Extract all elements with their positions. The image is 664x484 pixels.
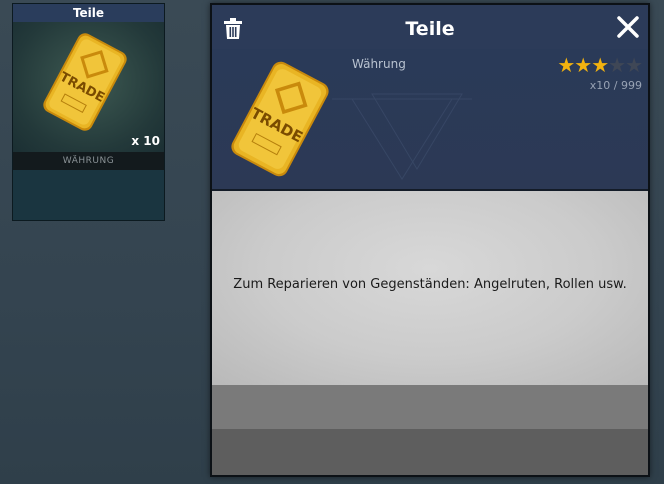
star-empty-icon: ★★ — [608, 53, 643, 77]
rating-stars: ★★★★★ — [557, 53, 643, 77]
action-strip — [212, 385, 648, 429]
item-category-label: Währung — [352, 57, 406, 71]
item-category: WÄHRUNG — [13, 152, 164, 170]
inventory-item-card[interactable]: Teile TRADE x 10 WÄHRUNG — [12, 3, 165, 221]
item-description: Zum Reparieren von Gegenständen: Angelru… — [233, 277, 627, 292]
footer-strip — [212, 429, 648, 475]
card-title: Teile — [13, 4, 164, 22]
panel-title: Teile — [405, 18, 455, 40]
trade-token-icon: TRADE — [43, 33, 127, 131]
item-count: x10 / 999 — [589, 79, 642, 92]
card-footer — [13, 170, 164, 220]
description-area: Zum Reparieren von Gegenständen: Angelru… — [212, 191, 648, 385]
close-icon[interactable] — [616, 15, 640, 39]
star-filled-icon: ★★★ — [557, 53, 609, 77]
card-image: TRADE x 10 — [13, 22, 164, 152]
item-hero: TRADE Währung ★★★★★ x10 / 999 — [212, 49, 648, 189]
item-quantity: x 10 — [131, 134, 160, 148]
panel-header: Teile — [212, 5, 648, 49]
trade-token-icon: TRADE — [231, 61, 329, 177]
item-detail-panel: Teile TRADE Währung ★★★★★ x10 / 999 Zum … — [210, 3, 650, 477]
trash-icon[interactable] — [224, 18, 242, 40]
